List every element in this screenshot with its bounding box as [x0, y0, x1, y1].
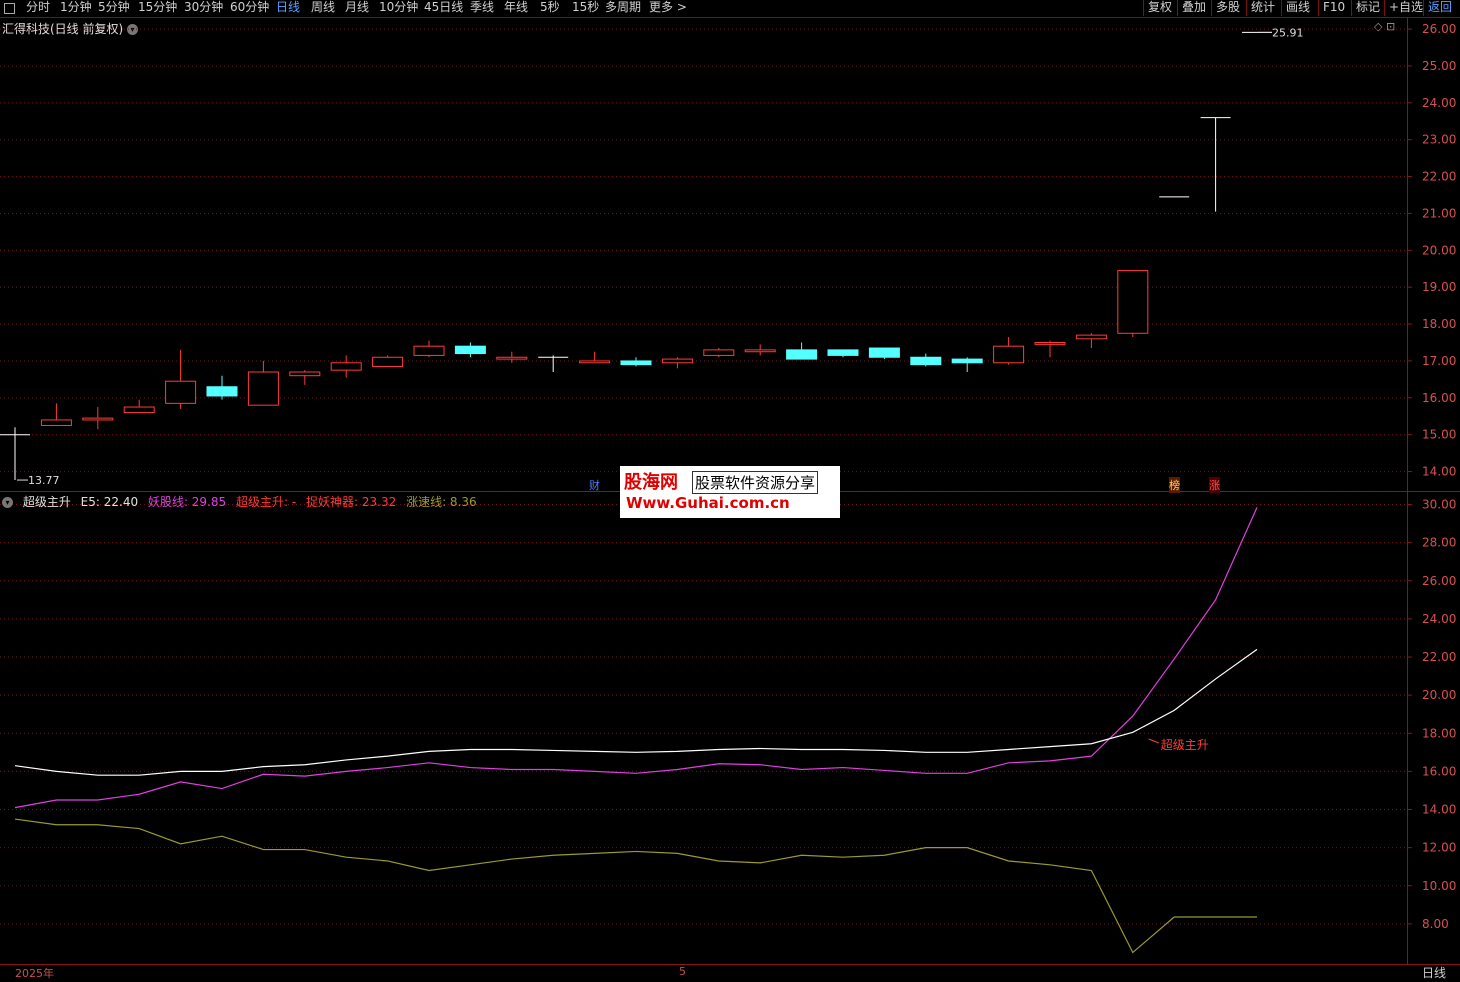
- indicator-tick-label: 10.00: [1422, 879, 1456, 893]
- candle-body: [454, 345, 486, 355]
- min-price-label: 13.77: [28, 474, 60, 487]
- indicator-tick-label: 18.00: [1422, 726, 1456, 740]
- watermark-slogan: 股票软件资源分享: [692, 471, 819, 494]
- candle-body: [703, 349, 735, 356]
- price-tick-label: 23.00: [1422, 133, 1456, 147]
- indicator-tick-label: 16.00: [1422, 764, 1456, 778]
- candle-body: [496, 356, 528, 360]
- watermark: 股海网 股票软件资源分享 Www.Guhai.com.cn: [620, 466, 840, 518]
- candle-body: [330, 362, 362, 371]
- date-label-year: 2025年: [15, 967, 54, 980]
- price-tick-label: 19.00: [1422, 280, 1456, 294]
- indicator-header: ▾ 超级主升 E5: 22.40 妖股线: 29.85 超级主升: - 捉妖神器…: [2, 493, 483, 510]
- max-price-label: 25.91: [1272, 26, 1304, 39]
- candle-body: [579, 360, 611, 364]
- limit-up-marker[interactable]: 涨: [1209, 477, 1220, 493]
- candle-body: [289, 371, 321, 377]
- indicator-tick-label: 12.00: [1422, 841, 1456, 855]
- chaoji-value: 超级主升: -: [235, 495, 297, 509]
- price-tick-label: 15.00: [1422, 428, 1456, 442]
- candle-body: [910, 356, 942, 366]
- candle-body: [1034, 342, 1066, 345]
- indicator-tick-label: 30.00: [1422, 498, 1456, 512]
- price-tick-label: 26.00: [1422, 22, 1456, 36]
- indicator-tick-label: 24.00: [1422, 612, 1456, 626]
- candle-body: [868, 347, 900, 358]
- indicator-name[interactable]: 超级主升: [23, 495, 71, 509]
- chevron-down-icon[interactable]: ▾: [2, 497, 13, 508]
- annotation-arrow: [1148, 738, 1159, 744]
- candle-body: [206, 386, 238, 397]
- e5-line: [14, 648, 1258, 776]
- indicator-tick-label: 28.00: [1422, 536, 1456, 550]
- date-axis-line: [0, 964, 1460, 965]
- indicator-tick-label: 8.00: [1422, 917, 1449, 931]
- candle-body: [827, 349, 859, 356]
- price-tick-label: 21.00: [1422, 206, 1456, 220]
- price-tick-label: 22.00: [1422, 170, 1456, 184]
- candle-body: [661, 358, 693, 364]
- price-tick-label: 17.00: [1422, 354, 1456, 368]
- candle-body: [620, 360, 652, 366]
- indicator-tick-label: 20.00: [1422, 688, 1456, 702]
- candle-body: [40, 419, 72, 426]
- watermark-brand: 股海网: [624, 472, 678, 493]
- candle-body: [744, 349, 776, 353]
- price-tick-label: 14.00: [1422, 465, 1456, 479]
- candle-body: [372, 356, 404, 367]
- watermark-url: Www.Guhai.com.cn: [626, 494, 790, 512]
- indicator-tick-label: 14.00: [1422, 803, 1456, 817]
- price-tick-label: 18.00: [1422, 317, 1456, 331]
- candle-body: [951, 358, 983, 364]
- candle-body: [82, 417, 114, 421]
- candle-body: [247, 371, 279, 406]
- rank-marker[interactable]: 榜: [1169, 477, 1180, 493]
- price-tick-label: 20.00: [1422, 243, 1456, 257]
- annotation-label: 超级主升: [1161, 737, 1209, 752]
- yaogu-value: 妖股线: 29.85: [147, 495, 227, 509]
- indicator-tick-label: 22.00: [1422, 650, 1456, 664]
- date-label-month: 5: [679, 965, 686, 978]
- zhuoyao-value: 捉妖神器: 23.32: [306, 495, 397, 509]
- finance-marker[interactable]: 财: [589, 477, 600, 493]
- period-label[interactable]: 日线: [1408, 965, 1460, 982]
- candle-body: [786, 349, 818, 360]
- price-tick-label: 24.00: [1422, 96, 1456, 110]
- candle-body: [165, 380, 197, 404]
- candle-body: [1075, 334, 1107, 340]
- indicator-tick-label: 26.00: [1422, 574, 1456, 588]
- candle-body: [123, 406, 155, 414]
- price-tick-label: 25.00: [1422, 59, 1456, 73]
- candle-body: [1117, 270, 1149, 334]
- candle-body: [993, 345, 1025, 364]
- zhangsu-value: 涨速线: 8.36: [406, 495, 477, 509]
- e5-value: E5: 22.40: [80, 495, 139, 509]
- price-tick-label: 16.00: [1422, 391, 1456, 405]
- candle-body: [413, 345, 445, 356]
